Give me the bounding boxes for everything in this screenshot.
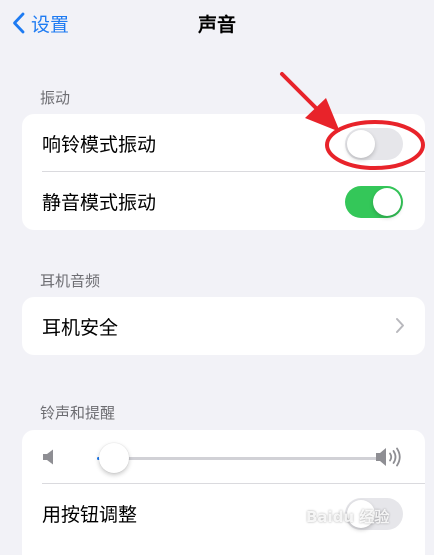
row-label: 用按钮调整 — [42, 503, 138, 526]
speaker-low-icon — [43, 449, 53, 465]
silent-mode-vibrate-toggle[interactable] — [345, 186, 403, 218]
vibration-group: 响铃模式振动 静音模式振动 — [22, 114, 425, 230]
chevron-right-icon — [396, 318, 404, 333]
settings-row-headphone-safety[interactable]: 耳机安全 — [22, 297, 425, 355]
settings-row-silent-vibrate: 静音模式振动 — [22, 172, 425, 230]
volume-slider-thumb[interactable] — [98, 443, 129, 473]
baidu-watermark: Baidu 经验 — [306, 508, 390, 526]
row-label: 静音模式振动 — [42, 191, 157, 214]
settings-row-ring-vibrate: 响铃模式振动 — [22, 114, 425, 172]
ringtone-alerts-group: 用按钮调整 — [22, 430, 425, 555]
page-title: 声音 — [197, 14, 236, 36]
navigation-bar: 设置 声音 — [0, 0, 434, 44]
headphone-audio-group: 耳机安全 — [22, 297, 425, 355]
section-header-ringtone-alerts: 铃声和提醒 — [40, 404, 116, 422]
ringer-volume-row — [22, 430, 425, 484]
row-label: 耳机安全 — [42, 316, 119, 339]
row-label: 响铃模式振动 — [42, 133, 157, 156]
toggle-knob — [347, 130, 375, 158]
ring-mode-vibrate-toggle[interactable] — [345, 128, 403, 160]
section-header-headphone-audio: 耳机音频 — [40, 272, 101, 290]
section-header-vibration: 振动 — [40, 89, 71, 107]
toggle-knob — [373, 188, 401, 216]
volume-slider-track[interactable] — [97, 443, 380, 473]
speaker-high-icon — [376, 447, 401, 467]
sound-settings-screen: 设置 声音 振动 响铃模式振动 静音模式振动 耳机音频 耳机安全 铃声和提醒 用… — [0, 0, 434, 555]
